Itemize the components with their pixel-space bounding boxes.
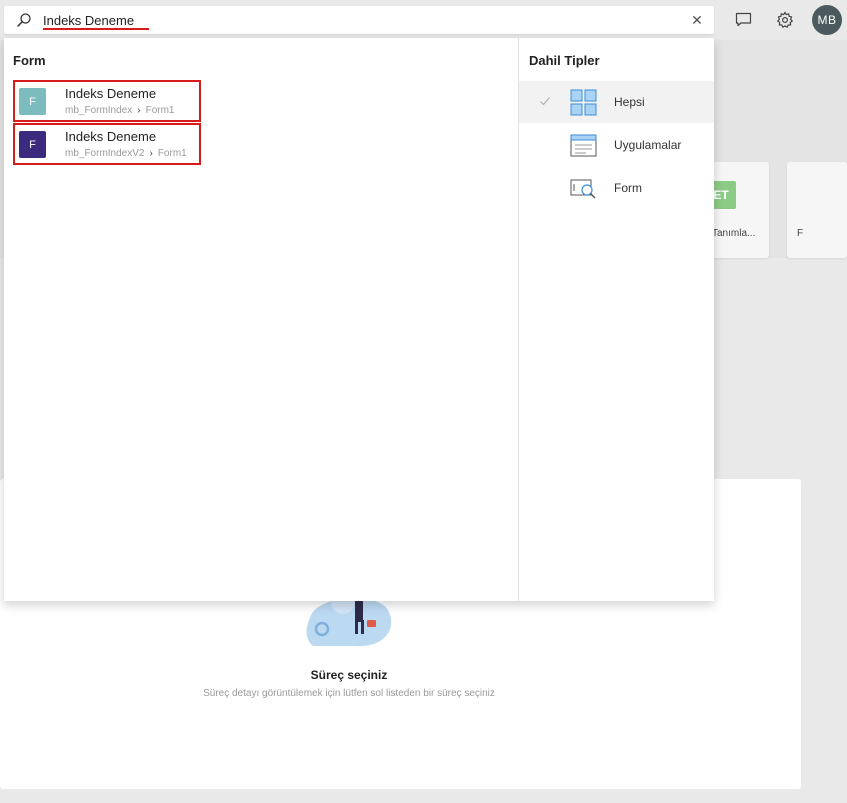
result-path-app: mb_FormIndexV2 (65, 148, 145, 159)
result-path-form: Form1 (157, 148, 187, 159)
spellcheck-underline (43, 28, 149, 30)
clear-icon[interactable]: ✕ (690, 13, 704, 27)
type-filter-label: Form (614, 181, 642, 195)
result-path-app: mb_FormIndex (65, 105, 133, 116)
form-search-icon (570, 179, 596, 199)
results-section-heading: Form (13, 53, 46, 68)
type-filter-label: Hepsi (614, 95, 645, 109)
result-title: Indeks Deneme (65, 86, 157, 101)
results-column: Form F Indeks Deneme mb_FormIndex › Form1 … (4, 38, 518, 601)
app-window-icon (570, 134, 597, 157)
search-input[interactable]: Indeks Deneme (43, 13, 134, 28)
search-result-item[interactable]: F Indeks Deneme mb_FormIndexV2 › Form1 (13, 123, 201, 165)
type-filter-all[interactable]: Hepsi (519, 81, 714, 123)
empty-state-subtitle: Süreç detayı görüntülemek için lütfen so… (203, 688, 495, 699)
search-result-item[interactable]: F Indeks Deneme mb_FormIndex › Form1 (13, 80, 201, 122)
form-badge-icon: F (19, 88, 46, 115)
background-card-label: F (797, 228, 804, 239)
type-filter-label: Uygulamalar (614, 138, 682, 152)
background-card[interactable] (787, 162, 847, 258)
form-badge-icon: F (19, 131, 46, 158)
chevron-right-icon: › (149, 148, 153, 159)
chat-icon[interactable] (735, 12, 752, 27)
check-icon (540, 97, 550, 106)
type-filter-form[interactable]: Form (519, 167, 714, 209)
type-filter-heading: Dahil Tipler (529, 53, 600, 68)
chevron-right-icon: › (137, 105, 141, 116)
search-results-dropdown: Form F Indeks Deneme mb_FormIndex › Form1 … (4, 38, 714, 601)
grid-icon (570, 89, 597, 116)
search-icon (17, 13, 31, 27)
background-card-label: Tanımla... (712, 228, 756, 239)
result-title: Indeks Deneme (65, 129, 157, 144)
result-path: mb_FormIndexV2 › Form1 (65, 148, 187, 159)
type-filter-column: Dahil Tipler Hepsi Uygulamalar Form (518, 38, 714, 601)
gear-icon[interactable] (776, 11, 794, 29)
global-search-box[interactable]: Indeks Deneme ✕ (4, 6, 714, 34)
user-avatar[interactable]: MB (812, 5, 842, 35)
background-card[interactable] (706, 162, 769, 258)
empty-state-title: Süreç seçiniz (310, 668, 388, 682)
result-path-form: Form1 (145, 105, 175, 116)
type-filter-applications[interactable]: Uygulamalar (519, 124, 714, 166)
result-path: mb_FormIndex › Form1 (65, 105, 175, 116)
